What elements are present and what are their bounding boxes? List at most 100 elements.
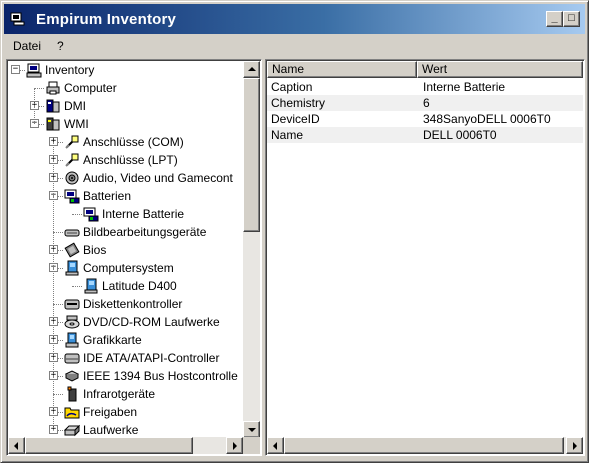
tree-node-anschlüsse-com[interactable]: + Anschlüsse (COM) [7,133,243,151]
property-name: Caption [271,80,313,94]
app-icon [10,12,25,26]
list-item[interactable]: Caption Interne Batterie [267,79,583,95]
list-item[interactable]: DeviceID 348SanyoDELL 0006T0 [267,111,583,127]
tree-node-grafikkarte[interactable]: + Grafikkarte [7,331,243,349]
list-scroll-right-button[interactable] [566,437,583,454]
tree-node-label: Computer [64,81,117,95]
tree-node-label: Freigaben [83,405,138,419]
tree-node-latitude-d400[interactable]: Latitude D400 [7,277,243,295]
tree-vscroll-thumb[interactable] [243,78,260,232]
tree-node-freigaben[interactable]: + Freigaben [7,403,243,421]
list-scroll-left-button[interactable] [267,437,284,454]
tree-node-dvd-cd-rom-laufwerke[interactable]: + DVD/CD-ROM Laufwerke [7,313,243,331]
tree-scroll-down-button[interactable] [243,421,260,438]
tree-connector [72,286,82,287]
tree-node-label: Batterien [83,189,132,203]
wmi-icon [45,116,61,132]
title-bar[interactable]: Empirum Inventory _ □ [4,4,585,34]
printer-icon [45,80,61,96]
tree-node-ieee-1394-bus-hostcontrolle[interactable]: + IEEE 1394 Bus Hostcontrolle [7,367,243,385]
tree-node-label: WMI [64,117,89,131]
menu-datei[interactable]: Datei [13,39,41,53]
tree-node-label: Inventory [45,63,95,77]
shared-folder-icon [64,404,80,420]
plug-icon [64,134,80,150]
tree-node-anschlüsse-lpt[interactable]: + Anschlüsse (LPT) [7,151,243,169]
battery-icon [83,206,99,222]
tree-node-dmi[interactable]: + DMI [7,97,243,115]
maximize-button[interactable]: □ [563,11,580,27]
property-value: 348SanyoDELL 0006T0 [423,112,551,126]
computer-network-icon [26,62,42,78]
tree-node-bios[interactable]: + Bios [7,241,243,259]
tree-pane[interactable]: − Inventory Computer + DMI − WMI + Anschlüsse (C… [6,59,262,456]
tree-node-computersystem[interactable]: − Computersystem [7,259,243,277]
scroll-corner [243,437,260,454]
tree-node-bildbearbeitungsgeräte[interactable]: Bildbearbeitungsgeräte [7,223,243,241]
speaker-icon [64,170,80,186]
arrow-left-icon [14,442,18,450]
ieee1394-icon [64,368,80,384]
list-pane[interactable]: Name Wert Caption Interne Batterie Chemist… [265,59,585,456]
column-header-name[interactable]: Name [267,61,417,78]
tree-node-label: DMI [64,99,86,113]
maximize-icon: □ [568,12,575,24]
window-title: Empirum Inventory [36,11,177,28]
tree-node-label: Bios [83,243,107,257]
arrow-left-icon [273,442,277,450]
tree-connector [72,214,82,215]
tree-node-inventory[interactable]: − Inventory [7,61,243,79]
tree-node-batterien[interactable]: − Batterien [7,187,243,205]
plug-icon [64,152,80,168]
property-name: Name [271,128,304,142]
computer-system-icon [64,260,80,276]
tree-node-wmi[interactable]: − WMI [7,115,243,133]
tree-connector [53,412,54,430]
tree-node-label: Grafikkarte [83,333,142,347]
tree-connector [34,106,35,124]
tree-node-label: Computersystem [83,261,174,275]
menu-help[interactable]: ? [57,39,64,53]
list-item[interactable]: Name DELL 0006T0 [267,127,583,143]
app-window: Empirum Inventory _ □ Datei ? − Inventory… [0,0,589,463]
tree-node-interne-batterie[interactable]: Interne Batterie [7,205,243,223]
tree-connector [53,304,63,305]
list-hscroll-thumb[interactable] [284,437,564,454]
tree-connector [34,88,44,89]
graphics-card-icon [64,332,80,348]
arrow-down-icon [248,428,256,432]
property-value: DELL 0006T0 [423,128,497,142]
tree-node-infrarotgeräte[interactable]: Infrarotgeräte [7,385,243,403]
tree-node-label: IDE ATA/ATAPI-Controller [83,351,220,365]
tree-hscroll-thumb[interactable] [25,437,193,454]
property-value: Interne Batterie [423,80,506,94]
tree-node-label: Latitude D400 [102,279,177,293]
ide-controller-icon [64,350,80,366]
property-name: Chemistry [271,96,326,110]
tree-node-audio-video-und-gamecont[interactable]: + Audio, Video und Gamecont [7,169,243,187]
tree-node-ide-ata-atapi-controller[interactable]: + IDE ATA/ATAPI-Controller [7,349,243,367]
infrared-icon [64,386,80,402]
tree-connector [53,394,63,395]
tree-node-computer[interactable]: Computer [7,79,243,97]
arrow-right-icon [233,442,237,450]
list-item[interactable]: Chemistry 6 [267,95,583,111]
floppy-controller-icon [64,296,80,312]
tree-scroll-right-button[interactable] [226,437,243,454]
tree-node-label: Infrarotgeräte [83,387,156,401]
tree-scroll-left-button[interactable] [8,437,25,454]
column-header-value[interactable]: Wert [417,61,583,78]
tree-node-diskettenkontroller[interactable]: Diskettenkontroller [7,295,243,313]
scanner-icon [64,224,80,240]
minimize-icon: _ [551,12,558,24]
tree-node-label: Interne Batterie [102,207,185,221]
minimize-button[interactable]: _ [546,11,563,27]
tree-node-label: Laufwerke [83,423,139,437]
tree-scroll-up-button[interactable] [243,61,260,78]
collapse-toggle-icon[interactable]: − [11,65,20,74]
property-name: DeviceID [271,112,320,126]
tree-node-label: Bildbearbeitungsgeräte [83,225,207,239]
tree-node-label: DVD/CD-ROM Laufwerke [83,315,220,329]
dmi-icon [45,98,61,114]
tree-node-label: Anschlüsse (COM) [83,135,184,149]
